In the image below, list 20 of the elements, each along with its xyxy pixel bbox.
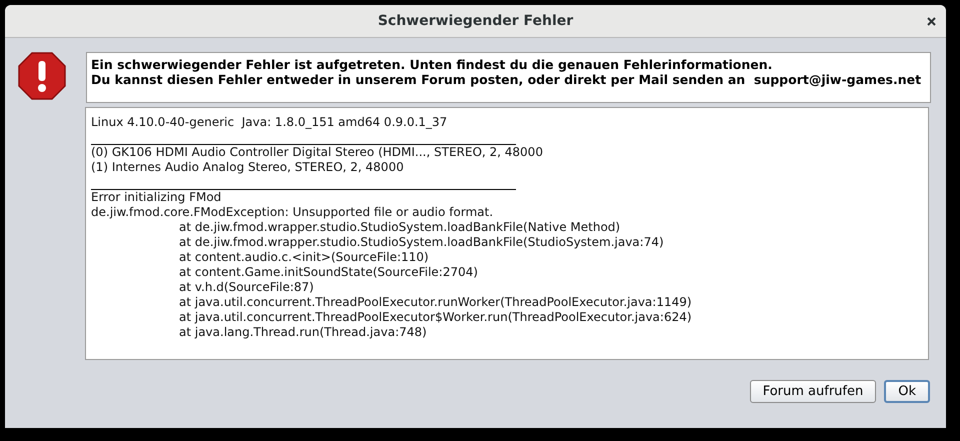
close-icon[interactable] — [927, 17, 936, 26]
error-icon — [18, 52, 66, 100]
stack-trace-line: at v.h.d(SourceFile:87) — [179, 280, 314, 295]
log-line: de.jiw.fmod.core.FModException: Unsupported file or audio format. — [91, 205, 494, 220]
error-message: Ein schwerwiegender Fehler ist aufgetreten. Unten findest du die genauen Fehlerinformationen. Du kannst diesen Fehler entweder in unserem Forum posten, oder direkt per Mail senden an support@jiw-games.net — [86, 52, 931, 103]
stack-trace-line: at de.jiw.fmod.wrapper.studio.StudioSystem.loadBankFile(StudioSystem.java:74) — [179, 235, 664, 250]
dialog-button[interactable]: Forum aufrufen — [750, 380, 876, 403]
stack-trace-line: at java.lang.Thread.run(Thread.java:748) — [179, 325, 427, 340]
log-line: (1) Internes Audio Analog Stereo, STEREO, 2, 48000 — [91, 160, 404, 175]
stack-trace-line: at java.util.concurrent.ThreadPoolExecutor$Worker.run(ThreadPoolExecutor.java:624) — [179, 310, 692, 325]
log-line: Error initializing FMod — [91, 190, 222, 205]
stack-trace-line: at java.util.concurrent.ThreadPoolExecutor.runWorker(ThreadPoolExecutor.java:1149) — [179, 295, 692, 310]
window-title: Schwerwiegender Fehler — [378, 12, 574, 30]
stack-trace-line: at content.Game.initSoundState(SourceFile:2704) — [179, 265, 478, 280]
error-log-area[interactable] — [85, 107, 929, 360]
log-line: (0) GK106 HDMI Audio Controller Digital Stereo (HDMI..., STEREO, 2, 48000 — [91, 145, 543, 160]
stack-trace-line: at content.audio.c.<init>(SourceFile:110) — [179, 250, 429, 265]
stack-trace-line: at de.jiw.fmod.wrapper.studio.StudioSystem.loadBankFile(Native Method) — [179, 220, 620, 235]
dialog-button[interactable]: Ok — [884, 380, 930, 403]
log-line: Linux 4.10.0-40-generic Java: 1.8.0_151 amd64 0.9.0.1_37 — [91, 115, 448, 130]
